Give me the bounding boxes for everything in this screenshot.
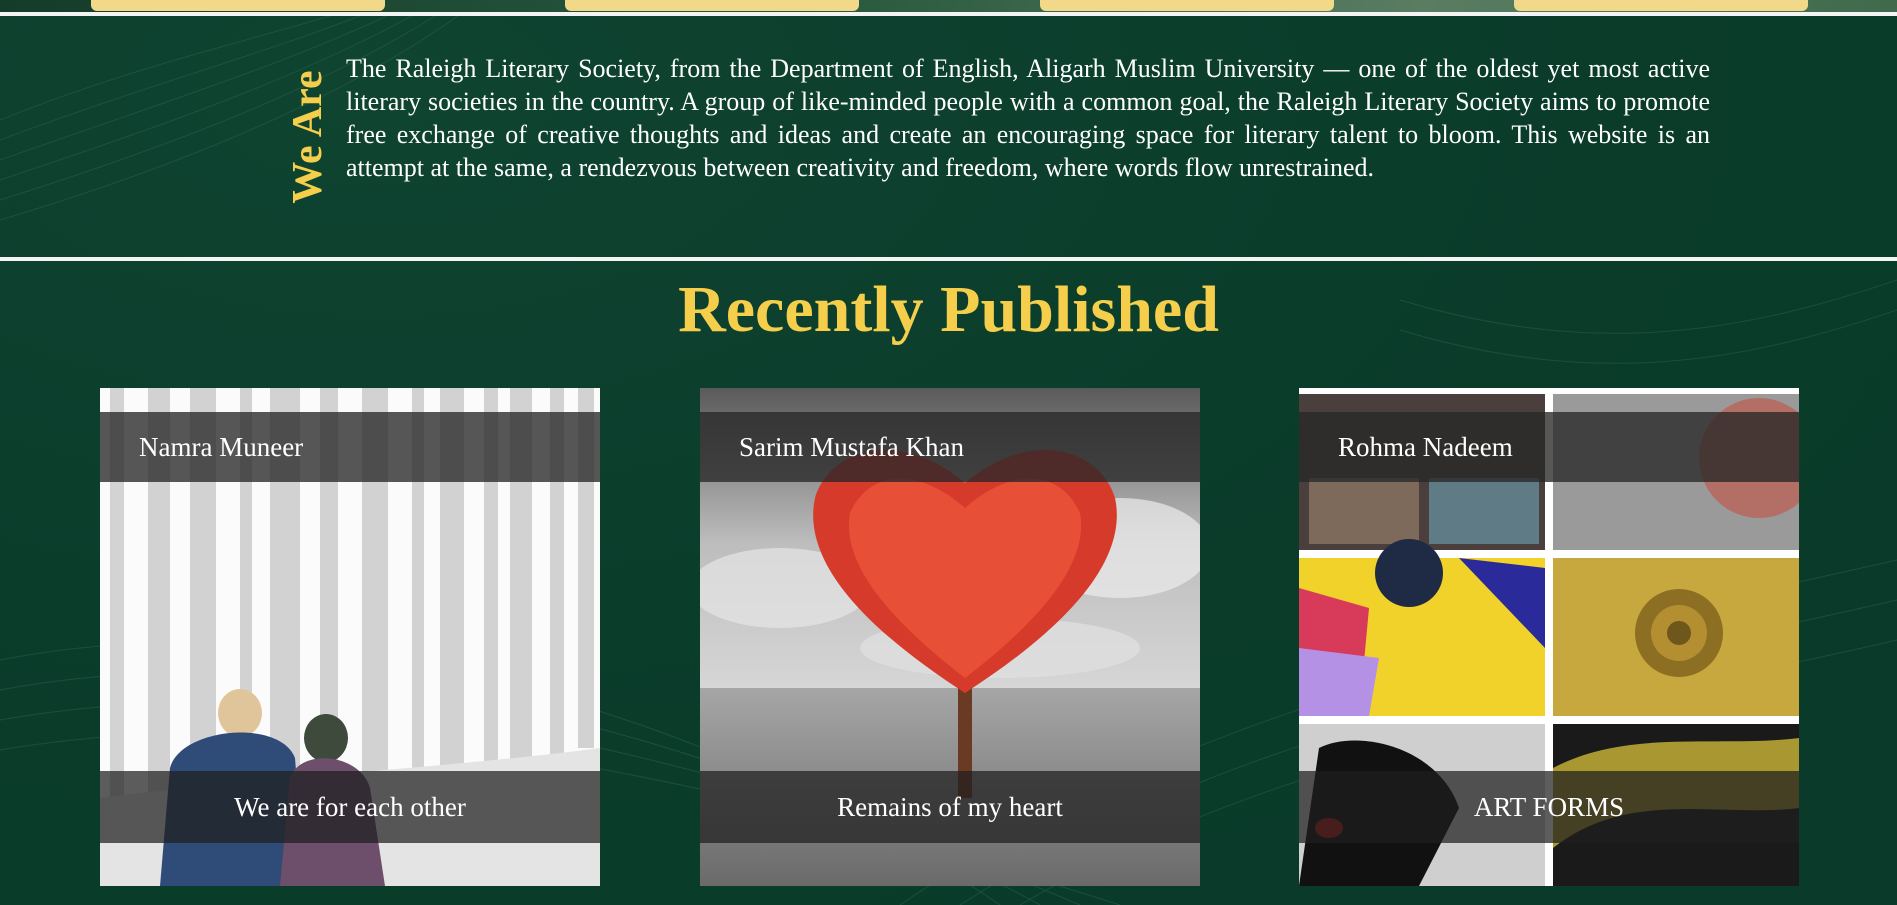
post-card-art-forms[interactable]: Rohma Nadeem ART FORMS [1299,388,1799,886]
about-heading: We Are [283,56,333,218]
post-title[interactable]: We are for each other [100,771,600,843]
post-title[interactable]: Remains of my heart [700,771,1200,843]
nav-tab-1[interactable] [91,0,385,11]
post-author: Sarim Mustafa Khan [700,412,1200,482]
recently-published-title: Recently Published [678,273,1219,346]
post-card-remains-of-my-heart[interactable]: Sarim Mustafa Khan Remains of my heart [700,388,1200,886]
post-title[interactable]: ART FORMS [1299,771,1799,843]
nav-tab-3[interactable] [1040,0,1334,11]
top-divider [0,12,1897,16]
about-heading-text: We Are [285,70,331,204]
nav-tab-2[interactable] [565,0,859,11]
section-divider [0,257,1897,261]
post-card-we-are-for-each-other[interactable]: Namra Muneer We are for each other [100,388,600,886]
post-author: Namra Muneer [100,412,600,482]
post-author: Rohma Nadeem [1299,412,1799,482]
nav-tab-4[interactable] [1514,0,1808,11]
about-text: The Raleigh Literary Society, from the D… [346,54,1710,182]
